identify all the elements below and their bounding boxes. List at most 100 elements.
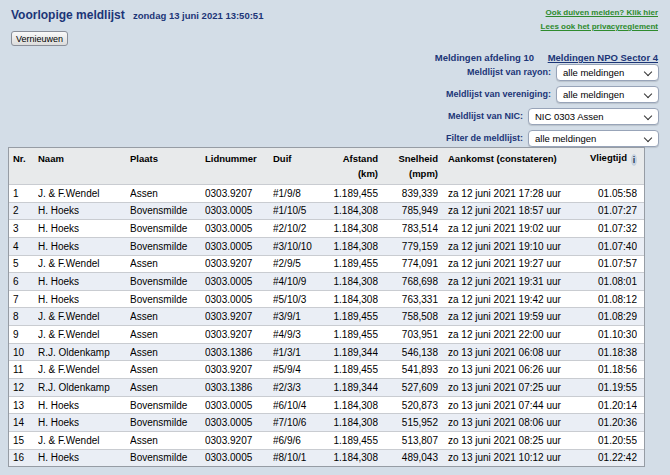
privacy-link[interactable]: Lees ook het privacyreglement bbox=[541, 22, 658, 31]
cell-afstand: 1.189,344 bbox=[332, 382, 378, 393]
meldingen-npo-sector-link[interactable]: Meldingen NPO Sector 4 bbox=[548, 52, 658, 63]
cell-nr: 16 bbox=[9, 452, 38, 463]
cell-aankomst: zo 13 juni 2021 08:06 uur bbox=[438, 417, 590, 428]
cell-vliegtijd: 01.07:57 bbox=[590, 258, 637, 269]
cell-plaats: Bovensmilde bbox=[130, 276, 205, 287]
table-row: 8J. & F.WendelAssen0303.9207#3/9/11.189,… bbox=[9, 307, 644, 325]
cell-snelheid: 839,339 bbox=[378, 188, 438, 199]
cell-lidnummer: 0303.9207 bbox=[205, 364, 273, 375]
table-row: 6H. HoeksBovensmilde0303.0005#4/10/91.18… bbox=[9, 272, 644, 290]
column-header-nr: Nr. bbox=[9, 148, 38, 184]
cell-vliegtijd: 01.07:32 bbox=[590, 223, 637, 234]
table-row: 4H. HoeksBovensmilde0303.0005#3/10/101.1… bbox=[9, 237, 644, 255]
cell-plaats: Bovensmilde bbox=[130, 452, 205, 463]
cell-lidnummer: 0303.0005 bbox=[205, 452, 273, 463]
cell-plaats: Bovensmilde bbox=[130, 223, 205, 234]
cell-vliegtijd: 01.08:01 bbox=[590, 276, 637, 287]
vereniging-select[interactable]: alle meldingen bbox=[556, 86, 659, 103]
page-title: Voorlopige meldlijst bbox=[11, 8, 125, 22]
filter-select-value: alle meldingen bbox=[535, 133, 596, 144]
table-row: 2H. HoeksBovensmilde0303.0005#1/10/51.18… bbox=[9, 202, 644, 220]
cell-afstand: 1.184,308 bbox=[332, 294, 378, 305]
column-header-vliegtijd-label: Vliegtijd bbox=[590, 152, 627, 164]
cell-vliegtijd: 01.07:27 bbox=[590, 205, 637, 216]
cell-plaats: Bovensmilde bbox=[130, 241, 205, 252]
cell-afstand: 1.189,455 bbox=[332, 311, 378, 322]
table-row: 16H. HoeksBovensmilde0303.0005#8/10/11.1… bbox=[9, 449, 644, 467]
cell-nr: 11 bbox=[9, 364, 38, 375]
cell-snelheid: 513,807 bbox=[378, 435, 438, 446]
cell-plaats: Assen bbox=[130, 435, 205, 446]
cell-aankomst: za 12 juni 2021 19:02 uur bbox=[438, 223, 590, 234]
cell-lidnummer: 0303.0005 bbox=[205, 205, 273, 216]
cell-aankomst: za 12 juni 2021 19:59 uur bbox=[438, 311, 590, 322]
cell-nr: 9 bbox=[9, 329, 38, 340]
cell-vliegtijd: 01.22:42 bbox=[590, 452, 637, 463]
cell-plaats: Assen bbox=[130, 382, 205, 393]
cell-duif: #4/10/9 bbox=[273, 276, 332, 287]
cell-vliegtijd: 01.10:30 bbox=[590, 329, 637, 340]
cell-lidnummer: 0303.0005 bbox=[205, 241, 273, 252]
table-row: 15J. & F.WendelAssen0303.9207#6/9/61.189… bbox=[9, 431, 644, 449]
page: Voorlopige meldlijst zondag 13 juni 2021… bbox=[0, 0, 670, 475]
cell-plaats: Bovensmilde bbox=[130, 400, 205, 411]
cell-duif: #6/10/4 bbox=[273, 400, 332, 411]
cell-vliegtijd: 01.05:58 bbox=[590, 188, 637, 199]
cell-nr: 10 bbox=[9, 347, 38, 358]
cell-lidnummer: 0303.1386 bbox=[205, 347, 273, 358]
refresh-button[interactable]: Vernieuwen bbox=[11, 31, 68, 46]
table-row: 12R.J. OldenkampAssen0303.1386#2/3/31.18… bbox=[9, 378, 644, 396]
cell-naam: R.J. Oldenkamp bbox=[38, 382, 130, 393]
cell-duif: #8/10/1 bbox=[273, 452, 332, 463]
cell-duif: #1/3/1 bbox=[273, 347, 332, 358]
report-pigeons-link[interactable]: Ook duiven melden? Klik hier bbox=[546, 8, 658, 17]
cell-snelheid: 515,952 bbox=[378, 417, 438, 428]
cell-afstand: 1.184,308 bbox=[332, 223, 378, 234]
cell-vliegtijd: 01.08:12 bbox=[590, 294, 637, 305]
table-row: 3H. HoeksBovensmilde0303.0005#2/10/21.18… bbox=[9, 219, 644, 237]
table-row: 11J. & F.WendelAssen0303.9207#5/9/41.189… bbox=[9, 360, 644, 378]
column-header-afstand-unit: (km) bbox=[332, 168, 378, 180]
column-header-lidnummer: Lidnummer bbox=[205, 148, 273, 184]
cell-naam: H. Hoeks bbox=[38, 241, 130, 252]
vereniging-select-value: alle meldingen bbox=[563, 89, 624, 100]
rayon-select-label: Meldlijst van rayon: bbox=[467, 67, 551, 77]
cell-afstand: 1.189,455 bbox=[332, 188, 378, 199]
cell-snelheid: 783,514 bbox=[378, 223, 438, 234]
table-body: 1J. & F.WendelAssen0303.9207#1/9/81.189,… bbox=[9, 184, 644, 466]
cell-afstand: 1.184,308 bbox=[332, 276, 378, 287]
cell-naam: H. Hoeks bbox=[38, 417, 130, 428]
cell-naam: R.J. Oldenkamp bbox=[38, 347, 130, 358]
table-row: 13H. HoeksBovensmilde0303.0005#6/10/41.1… bbox=[9, 396, 644, 414]
cell-nr: 7 bbox=[9, 294, 38, 305]
cell-lidnummer: 0303.0005 bbox=[205, 294, 273, 305]
cell-snelheid: 763,331 bbox=[378, 294, 438, 305]
cell-snelheid: 779,159 bbox=[378, 241, 438, 252]
cell-snelheid: 774,091 bbox=[378, 258, 438, 269]
cell-snelheid: 785,949 bbox=[378, 205, 438, 216]
cell-afstand: 1.189,455 bbox=[332, 435, 378, 446]
cell-naam: H. Hoeks bbox=[38, 452, 130, 463]
column-header-duif: Duif bbox=[273, 148, 332, 184]
cell-nr: 14 bbox=[9, 417, 38, 428]
cell-lidnummer: 0303.9207 bbox=[205, 329, 273, 340]
cell-vliegtijd: 01.20:55 bbox=[590, 435, 637, 446]
column-header-vliegtijd: Vliegtijd i bbox=[590, 148, 637, 184]
info-icon[interactable]: i bbox=[631, 154, 637, 166]
cell-lidnummer: 0303.0005 bbox=[205, 400, 273, 411]
cell-aankomst: za 12 juni 2021 19:42 uur bbox=[438, 294, 590, 305]
cell-nr: 5 bbox=[9, 258, 38, 269]
cell-aankomst: zo 13 juni 2021 10:12 uur bbox=[438, 452, 590, 463]
rayon-select-value: alle meldingen bbox=[563, 67, 624, 78]
cell-vliegtijd: 01.08:29 bbox=[590, 311, 637, 322]
cell-vliegtijd: 01.18:56 bbox=[590, 364, 637, 375]
cell-plaats: Assen bbox=[130, 364, 205, 375]
cell-lidnummer: 0303.9207 bbox=[205, 311, 273, 322]
cell-afstand: 1.189,455 bbox=[332, 364, 378, 375]
cell-naam: H. Hoeks bbox=[38, 276, 130, 287]
filter-select[interactable]: alle meldingen bbox=[528, 130, 659, 147]
rayon-select[interactable]: alle meldingen bbox=[556, 64, 659, 81]
cell-lidnummer: 0303.9207 bbox=[205, 435, 273, 446]
nic-select[interactable]: NIC 0303 Assen bbox=[528, 108, 659, 125]
nic-select-label: Meldlijst van NIC: bbox=[448, 111, 523, 121]
